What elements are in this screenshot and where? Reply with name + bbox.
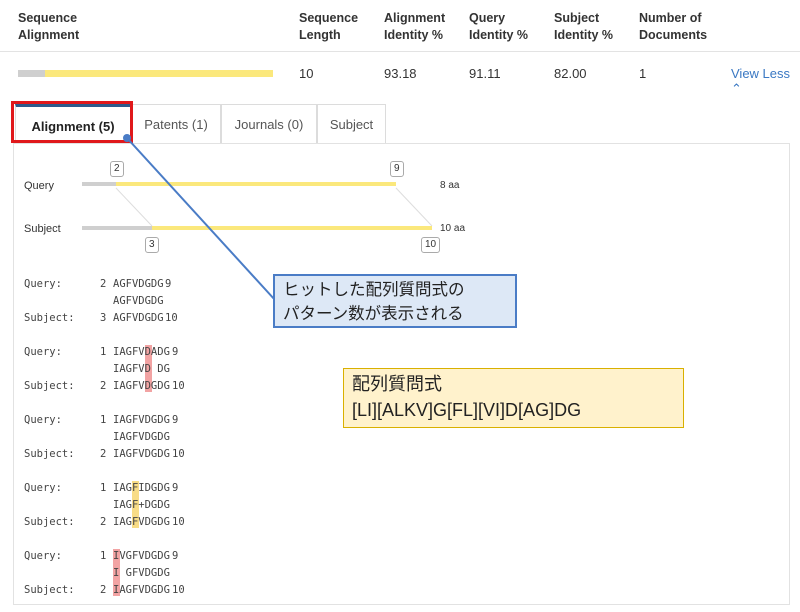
query-line-sequence: IAGFVDGDG — [113, 414, 170, 426]
query-line-sequence: AGFVDGDG — [113, 278, 164, 290]
diagram-query-label: Query — [24, 180, 54, 192]
subject-line-end: 10 — [172, 448, 185, 460]
query-line-label: Query: — [24, 278, 62, 290]
subject-line-start: 3 — [100, 312, 107, 324]
query-line-start: 1 — [100, 482, 107, 494]
query-start-badge: 2 — [110, 161, 124, 177]
query-line-start: 1 — [100, 414, 107, 426]
subject-line-end: 10 — [172, 516, 185, 528]
query-line-start: 1 — [100, 346, 107, 358]
query-line-end: 9 — [172, 550, 179, 562]
subject-line-label: Subject: — [24, 380, 75, 392]
query-line-end: 9 — [165, 278, 172, 290]
match-line: AGFVDGDG — [113, 295, 164, 307]
subject-line-start: 2 — [100, 516, 107, 528]
subject-line-end: 10 — [172, 380, 185, 392]
diagram-subject-label: Subject — [24, 223, 61, 235]
callout-hit-count: ヒットした配列質問式の パターン数が表示される — [273, 274, 517, 328]
query-length-label: 8 aa — [440, 180, 460, 191]
query-line-label: Query: — [24, 346, 62, 358]
query-line-label: Query: — [24, 482, 62, 494]
query-line-label: Query: — [24, 550, 62, 562]
query-line-end: 9 — [172, 414, 179, 426]
subject-line-start: 2 — [100, 380, 107, 392]
subject-length-label: 10 aa — [440, 223, 466, 234]
query-line-label: Query: — [24, 414, 62, 426]
alignment-tab-highlight-box — [11, 101, 133, 143]
callout-sequence-pattern: 配列質問式 [LI][ALKV]G[FL][VI]D[AG]DG — [343, 368, 684, 428]
match-line: IAGF+DGDG — [113, 499, 170, 511]
query-line-start: 1 — [100, 550, 107, 562]
query-line-sequence: IAGFVDADG — [113, 346, 170, 358]
subject-line-label: Subject: — [24, 584, 75, 596]
subject-line-label: Subject: — [24, 448, 75, 460]
subject-end-badge: 10 — [421, 237, 441, 253]
match-line: IAGFVDGDG — [113, 431, 170, 443]
query-line-end: 9 — [172, 346, 179, 358]
subject-line-label: Subject: — [24, 516, 75, 528]
subject-line-label: Subject: — [24, 312, 75, 324]
subject-line-end: 10 — [165, 312, 178, 324]
match-line: I GFVDGDG — [113, 567, 170, 579]
subject-line-sequence: IAGFVDGDG — [113, 584, 170, 596]
subject-line-sequence: IAGFVDGDG — [113, 448, 170, 460]
query-line-sequence: IAGFIDGDG — [113, 482, 170, 494]
subject-line-sequence: IAGFVDGDG — [113, 380, 170, 392]
query-line-start: 2 — [100, 278, 107, 290]
subject-line-sequence: IAGFVDGDG — [113, 516, 170, 528]
subject-line-start: 2 — [100, 448, 107, 460]
subject-line-start: 2 — [100, 584, 107, 596]
subject-line-end: 10 — [172, 584, 185, 596]
match-line: IAGFVD DG — [113, 363, 170, 375]
query-end-badge: 9 — [390, 161, 404, 177]
query-line-sequence: IVGFVDGDG — [113, 550, 170, 562]
query-line-end: 9 — [172, 482, 179, 494]
subject-start-badge: 3 — [145, 237, 159, 253]
subject-line-sequence: AGFVDGDG — [113, 312, 164, 324]
